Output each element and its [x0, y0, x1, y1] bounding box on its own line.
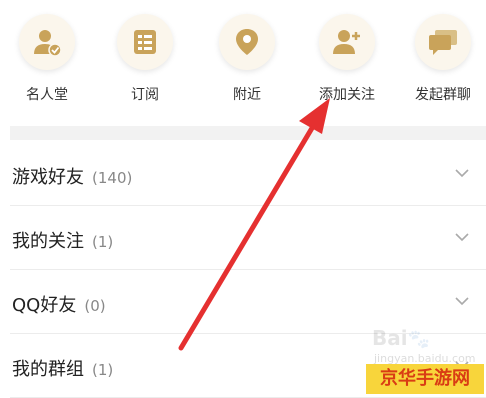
user-check-icon — [34, 30, 62, 57]
group-count: (1) — [92, 233, 114, 251]
location-pin-icon — [236, 29, 258, 55]
group-row-game-friends[interactable]: 游戏好友 (140) — [10, 143, 486, 206]
quick-action-label: 添加关注 — [319, 87, 375, 103]
group-name: 我的关注 — [12, 231, 84, 252]
group-count: (0) — [84, 297, 106, 315]
group-name: QQ好友 — [12, 295, 77, 316]
group-row-my-follows[interactable]: 我的关注 (1) — [10, 207, 486, 270]
group-count: (1) — [92, 361, 114, 379]
baidu-watermark: Bai🐾 — [372, 326, 431, 350]
chevron-down-icon — [455, 297, 469, 306]
chevron-down-icon — [455, 233, 469, 242]
user-add-icon — [333, 30, 360, 54]
site-badge-watermark: 京华手游网 — [366, 364, 484, 394]
quick-action-label: 附近 — [233, 87, 261, 103]
list-document-icon — [134, 30, 156, 54]
quick-action-label: 发起群聊 — [415, 87, 471, 103]
section-divider — [10, 126, 486, 140]
chat-bubbles-icon — [429, 30, 457, 55]
group-name: 游戏好友 — [12, 167, 84, 188]
quick-action-label: 订阅 — [131, 87, 159, 103]
group-name: 我的群组 — [12, 359, 84, 380]
quick-action-label: 名人堂 — [26, 87, 68, 103]
quick-actions-row: 名人堂 订阅 附近 添加关注 发起群聊 — [0, 0, 486, 125]
group-row-qq-friends[interactable]: QQ好友 (0) — [10, 271, 486, 334]
group-count: (140) — [92, 169, 133, 187]
chevron-down-icon — [455, 169, 469, 178]
